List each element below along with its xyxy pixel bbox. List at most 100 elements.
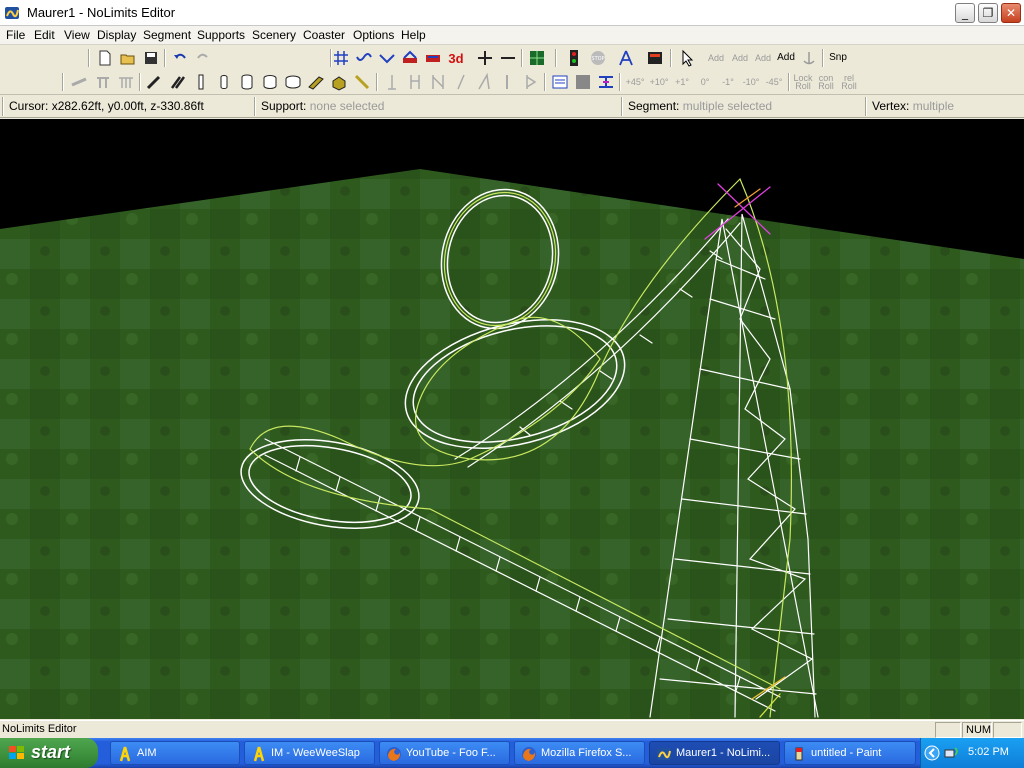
restore-button[interactable]: ❐ xyxy=(978,3,998,23)
redo-icon[interactable] xyxy=(193,48,213,68)
roll-zero-button[interactable]: 0° xyxy=(694,72,716,92)
pillar-thin-icon[interactable] xyxy=(191,72,211,92)
roll-minus-1-button[interactable]: -1° xyxy=(717,72,739,92)
add-vertex-icon[interactable] xyxy=(475,48,495,68)
svg-text:STOP: STOP xyxy=(591,56,604,62)
menu-file[interactable]: File xyxy=(6,28,25,42)
train-icon[interactable] xyxy=(423,48,443,68)
anchor-icon[interactable] xyxy=(799,48,819,68)
pencil-icon[interactable] xyxy=(144,72,164,92)
support-d-icon[interactable] xyxy=(451,72,471,92)
save-icon[interactable] xyxy=(141,48,161,68)
toolbar-separator xyxy=(670,49,672,67)
grid-icon[interactable] xyxy=(331,48,351,68)
vertex-value: multiple xyxy=(912,99,955,113)
support-readout: Support: none selected xyxy=(261,99,384,113)
cylinder-large-icon[interactable] xyxy=(260,72,280,92)
footer-icon[interactable] xyxy=(645,48,665,68)
roll-plus-45-button[interactable]: +45° xyxy=(624,72,646,92)
3d-viewport[interactable] xyxy=(0,119,1024,719)
menu-scenery[interactable]: Scenery xyxy=(252,28,296,42)
menu-segment[interactable]: Segment xyxy=(143,28,191,42)
add-button-4[interactable]: Add xyxy=(775,48,797,68)
box-beam-icon[interactable] xyxy=(329,72,349,92)
segment-value: multiple selected xyxy=(682,99,773,113)
remove-vertex-icon[interactable] xyxy=(498,48,518,68)
align-icon[interactable] xyxy=(596,72,616,92)
status-bar: NoLimits Editor NUM xyxy=(0,720,1024,738)
cursor-readout: Cursor: x282.62ft, y0.00ft, z-330.86ft xyxy=(9,99,204,113)
roll-minus-45-button[interactable]: -45° xyxy=(763,72,785,92)
menu-display[interactable]: Display xyxy=(97,28,136,42)
roll-minus-10-button[interactable]: -10° xyxy=(740,72,762,92)
start-button[interactable]: start xyxy=(0,738,98,768)
catwalk-icon[interactable] xyxy=(93,72,113,92)
view-3d-button[interactable]: 3d xyxy=(446,48,466,68)
wave-track-icon[interactable] xyxy=(354,48,374,68)
task-youtube[interactable]: YouTube - Foo F... xyxy=(379,741,510,765)
menu-help[interactable]: Help xyxy=(401,28,426,42)
traffic-light-icon[interactable] xyxy=(564,48,584,68)
brake-icon[interactable] xyxy=(69,72,89,92)
minimize-button[interactable]: _ xyxy=(955,3,975,23)
properties-icon[interactable] xyxy=(550,72,570,92)
task-label: IM - WeeWeeSlap xyxy=(271,747,360,759)
menu-options[interactable]: Options xyxy=(353,28,394,42)
scene-canvas[interactable] xyxy=(0,119,1024,719)
snap-button[interactable]: Snp xyxy=(827,48,849,68)
menu-coaster[interactable]: Coaster xyxy=(303,28,345,42)
roll-plus-10-button[interactable]: +10° xyxy=(648,72,670,92)
network-icon[interactable] xyxy=(943,745,961,761)
task-mozilla-firefox[interactable]: Mozilla Firefox S... xyxy=(514,741,645,765)
support-tower-icon[interactable] xyxy=(616,48,636,68)
undo-icon[interactable] xyxy=(170,48,190,68)
select-cursor-icon[interactable] xyxy=(678,48,698,68)
support-b-icon[interactable] xyxy=(405,72,425,92)
status-panel-empty xyxy=(935,722,961,738)
add-button-2[interactable]: Add xyxy=(729,48,751,68)
rel-roll-button[interactable]: rel Roll xyxy=(838,72,860,92)
firefox-icon xyxy=(387,747,401,761)
cylinder-small-icon[interactable] xyxy=(214,72,234,92)
terrain-icon[interactable] xyxy=(527,48,547,68)
fill-gray-icon[interactable] xyxy=(573,72,593,92)
support-g-icon[interactable] xyxy=(520,72,540,92)
diagonal-beam-icon[interactable] xyxy=(352,72,372,92)
close-button[interactable]: ✕ xyxy=(1001,3,1021,23)
curve-track-icon[interactable] xyxy=(377,48,397,68)
support-e-icon[interactable] xyxy=(474,72,494,92)
menu-supports[interactable]: Supports xyxy=(197,28,245,42)
roll-plus-1-button[interactable]: +1° xyxy=(671,72,693,92)
add-button-1[interactable]: Add xyxy=(705,48,727,68)
vertex-label: Vertex: xyxy=(872,99,910,113)
support-f-icon[interactable] xyxy=(497,72,517,92)
taskbar: start AIM IM - WeeWeeSlap YouTube - Foo … xyxy=(0,738,1024,768)
task-aim[interactable]: AIM xyxy=(110,741,240,765)
cylinder-wide-icon[interactable] xyxy=(283,72,303,92)
open-folder-icon[interactable] xyxy=(118,48,138,68)
nolimits-app-icon xyxy=(5,7,19,19)
beam-icon[interactable] xyxy=(306,72,326,92)
support-c-icon[interactable] xyxy=(428,72,448,92)
task-im-weeweeslap[interactable]: IM - WeeWeeSlap xyxy=(244,741,375,765)
double-pencil-icon[interactable] xyxy=(168,72,188,92)
toolbar-separator xyxy=(88,49,90,67)
cylinder-medium-icon[interactable] xyxy=(237,72,257,92)
station-icon[interactable] xyxy=(400,48,420,68)
window-title: Maurer1 - NoLimits Editor xyxy=(27,5,176,20)
menu-bar: File Edit View Display Segment Supports … xyxy=(0,26,1024,45)
task-nolimits[interactable]: Maurer1 - NoLimi... xyxy=(649,741,780,765)
task-paint[interactable]: untitled - Paint xyxy=(784,741,916,765)
toolbar-separator xyxy=(555,49,557,67)
tunnel-icon[interactable] xyxy=(116,72,136,92)
con-roll-button[interactable]: con Roll xyxy=(815,72,837,92)
stop-icon[interactable]: STOP xyxy=(588,48,608,68)
menu-view[interactable]: View xyxy=(64,28,90,42)
support-a-icon[interactable] xyxy=(382,72,402,92)
new-file-icon[interactable] xyxy=(95,48,115,68)
lock-roll-button[interactable]: Lock Roll xyxy=(792,72,814,92)
add-button-3[interactable]: Add xyxy=(752,48,774,68)
title-bar: Maurer1 - NoLimits Editor _ ❐ ✕ xyxy=(0,0,1024,26)
chevron-left-icon[interactable] xyxy=(924,745,940,761)
menu-edit[interactable]: Edit xyxy=(34,28,55,42)
